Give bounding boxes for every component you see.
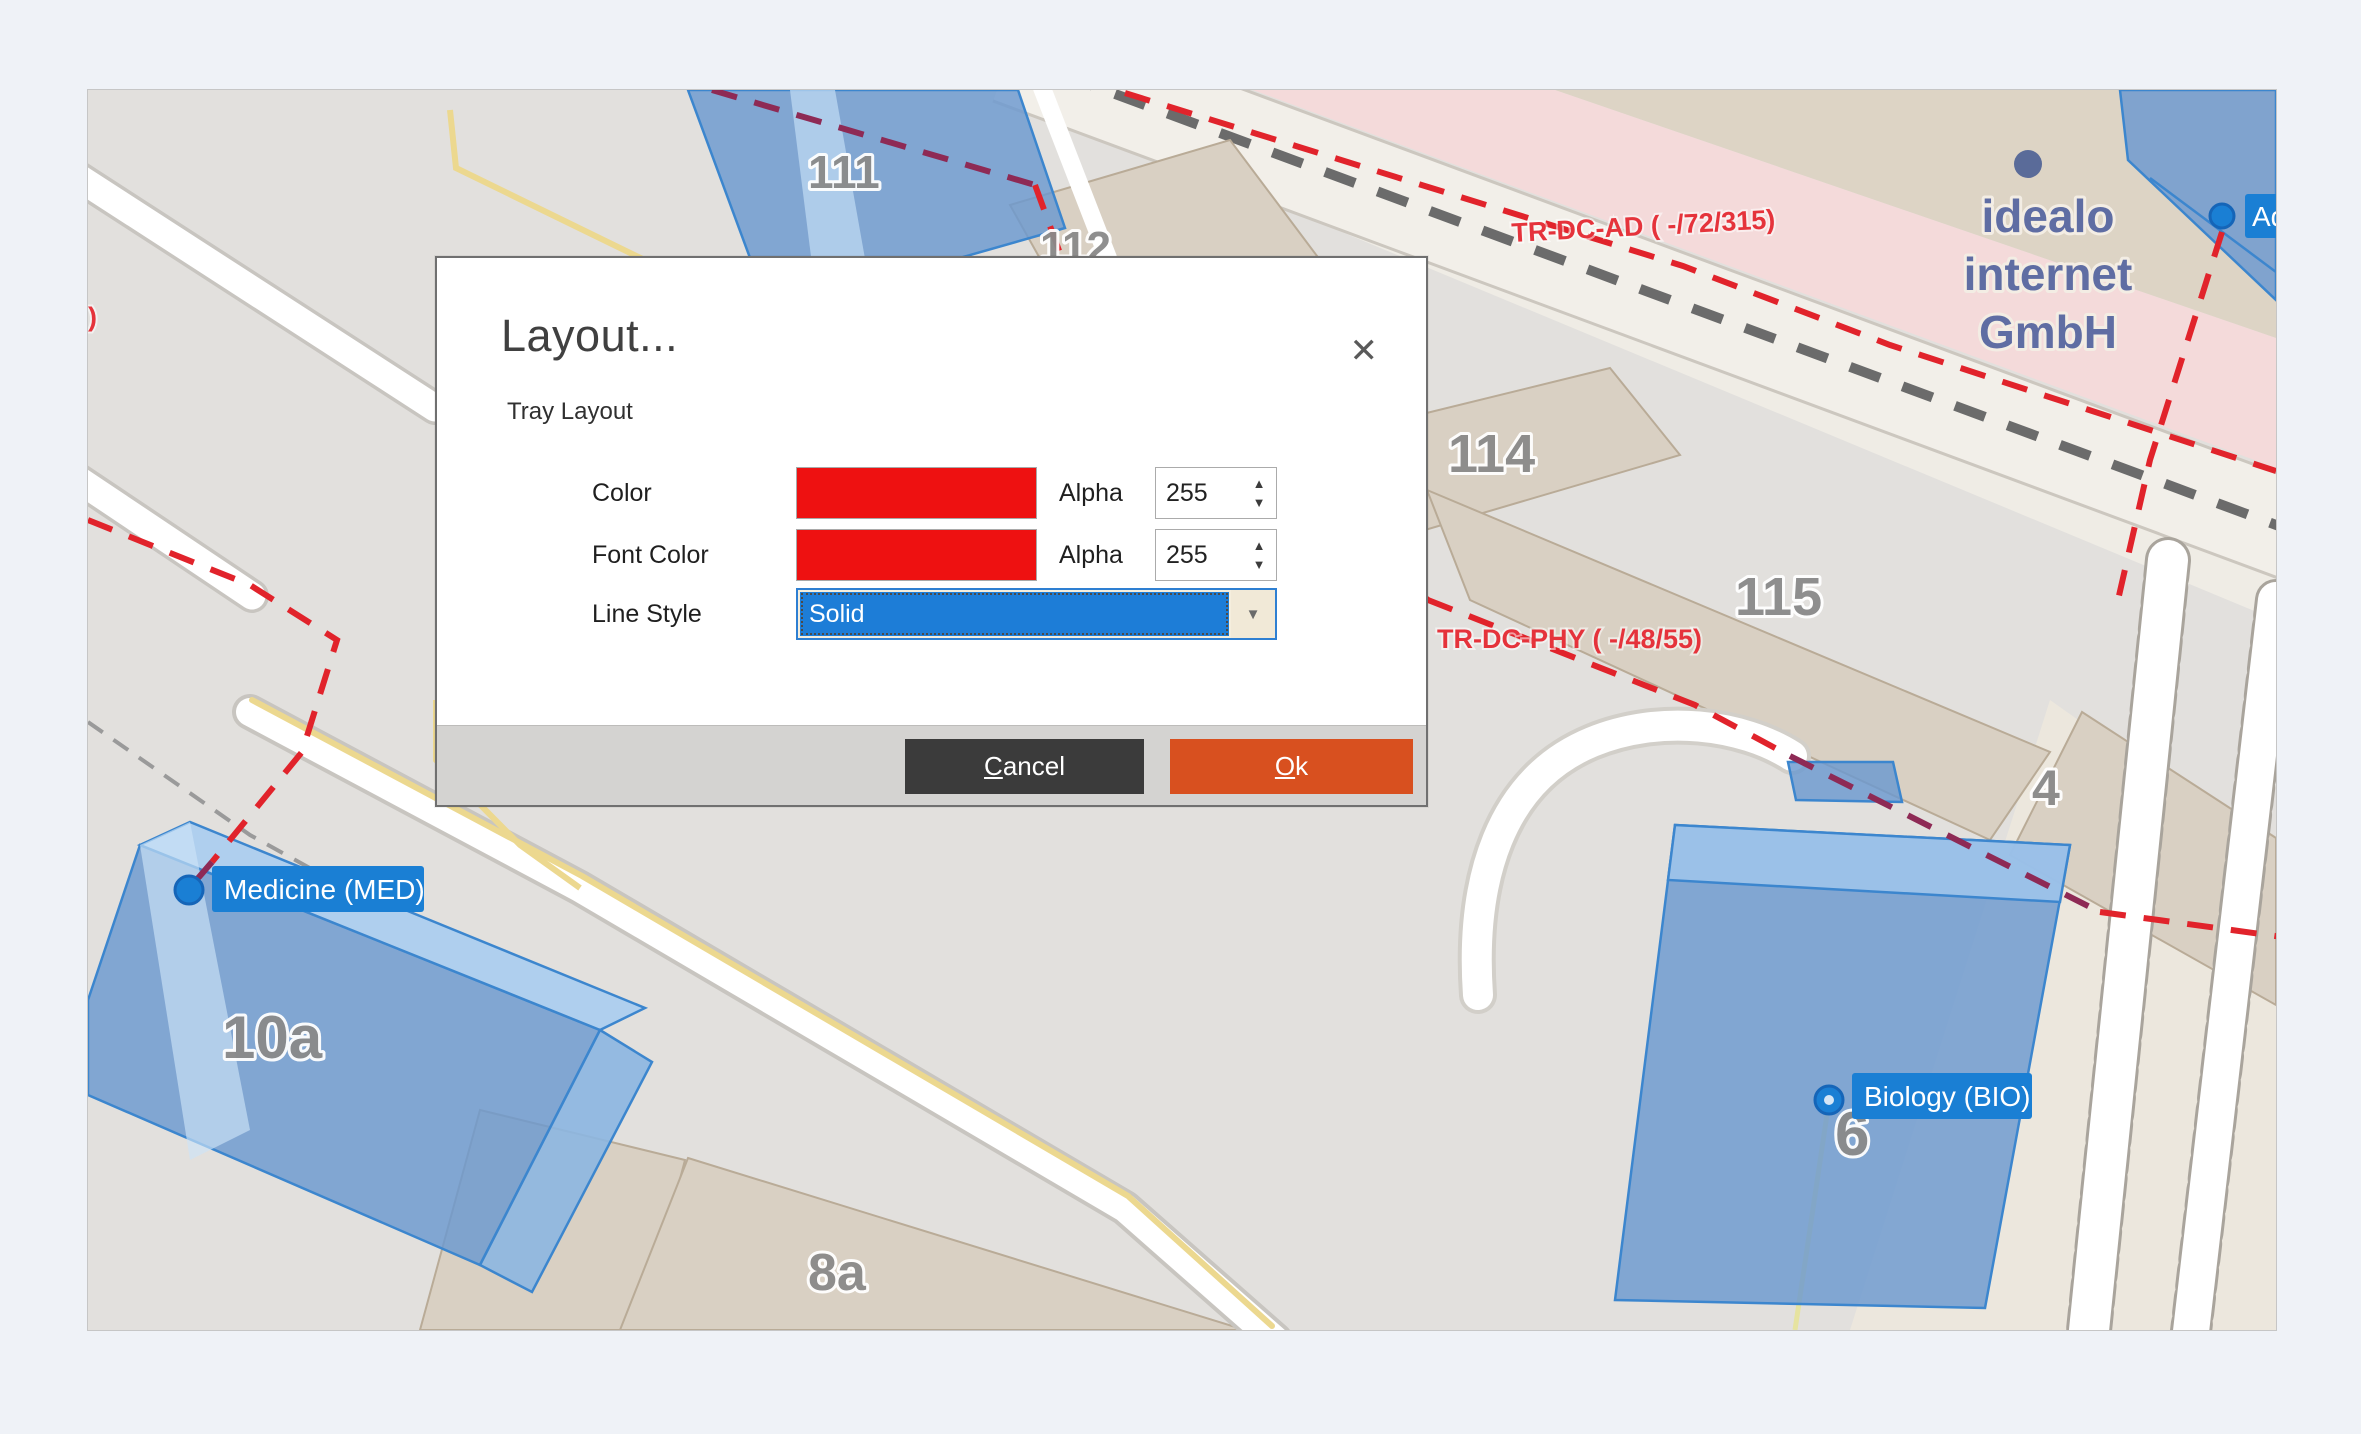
- company-line3: GmbH: [1979, 306, 2117, 358]
- line-style-selected-value[interactable]: Solid: [800, 592, 1229, 636]
- building-label-115: 115: [1735, 567, 1822, 627]
- tray-line-left: [88, 520, 337, 862]
- spinner-down-icon[interactable]: ▼: [1253, 558, 1266, 571]
- line-style-dropdown[interactable]: Solid ▼: [796, 588, 1277, 640]
- color-swatch[interactable]: [796, 467, 1037, 519]
- spinner-up-icon[interactable]: ▲: [1253, 477, 1266, 490]
- color-label: Color: [592, 467, 792, 519]
- building-label-111: 111: [808, 146, 880, 198]
- spinner-up-icon[interactable]: ▲: [1253, 539, 1266, 552]
- tray-label-fragment: ): [88, 302, 97, 332]
- chevron-down-icon[interactable]: ▼: [1231, 590, 1275, 638]
- dialog-footer: Cancel Ok: [437, 725, 1426, 805]
- cancel-rest: ancel: [1003, 751, 1065, 781]
- biology-marker-center: [1824, 1095, 1834, 1105]
- dialog-title: Layout...: [501, 310, 678, 362]
- ok-accel: O: [1275, 751, 1295, 781]
- color-alpha-spinner[interactable]: 255 ▲ ▼: [1155, 467, 1277, 519]
- ok-button[interactable]: Ok: [1170, 739, 1413, 794]
- medicine-chip-label: Medicine (MED): [224, 874, 425, 905]
- road-upper-left: [88, 172, 435, 408]
- font-color-swatch[interactable]: [796, 529, 1037, 581]
- company-dot-icon: [2014, 150, 2042, 178]
- poi-medicine[interactable]: Medicine (MED): [175, 866, 425, 912]
- company-line2: internet: [1964, 248, 2133, 300]
- font-color-label: Font Color: [592, 529, 792, 581]
- font-color-alpha-spinner[interactable]: 255 ▲ ▼: [1155, 529, 1277, 581]
- medicine-marker-icon[interactable]: [175, 876, 203, 904]
- tray-label-phy: TR-DC-PHY ( -/48/55): [1437, 624, 1702, 654]
- biology-chip-label: Biology (BIO): [1864, 1081, 2031, 1112]
- building-label-8a: 8a: [808, 1244, 867, 1302]
- layout-dialog: Layout... Tray Layout ✕ Color Alpha 255 …: [435, 256, 1428, 807]
- spinner-down-icon[interactable]: ▼: [1253, 496, 1266, 509]
- partial-chip-label: Ad: [2252, 201, 2276, 232]
- font-color-alpha-label: Alpha: [1059, 529, 1149, 581]
- color-alpha-label: Alpha: [1059, 467, 1149, 519]
- close-icon[interactable]: ✕: [1350, 334, 1379, 368]
- building-label-10a: 10a: [222, 1004, 323, 1071]
- font-color-alpha-value[interactable]: 255: [1156, 530, 1242, 580]
- dialog-subtitle: Tray Layout: [507, 398, 633, 426]
- ok-rest: k: [1295, 751, 1308, 781]
- cancel-button[interactable]: Cancel: [905, 739, 1144, 794]
- partial-marker-icon[interactable]: [2210, 204, 2234, 228]
- line-style-label: Line Style: [592, 588, 792, 640]
- color-alpha-value[interactable]: 255: [1156, 468, 1242, 518]
- building-label-4: 4: [2032, 760, 2060, 816]
- building-label-114: 114: [1448, 424, 1535, 484]
- cancel-accel: C: [984, 751, 1003, 781]
- company-line1: idealo: [1982, 190, 2115, 242]
